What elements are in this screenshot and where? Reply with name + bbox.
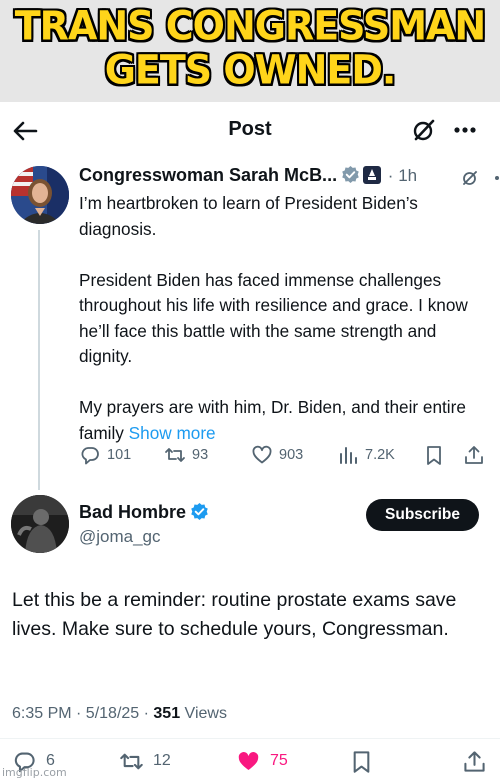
repost-button[interactable]: 12: [119, 746, 171, 776]
share-button[interactable]: [463, 442, 491, 468]
like-button[interactable]: 903: [251, 442, 303, 468]
post-screenshot: Post Congresswoman Sarah McB... · 1h I’m…: [0, 102, 500, 782]
tweet2-handle[interactable]: @joma_gc: [79, 527, 161, 547]
meme-caption-line-2: GETS OWNED.: [104, 46, 397, 94]
tweet1-paragraph-3: My prayers are with him, Dr. Biden, and …: [79, 395, 489, 446]
tweet1-more-icon[interactable]: [491, 171, 500, 185]
tweet1-text: I’m heartbroken to learn of President Bi…: [79, 191, 489, 446]
tweet1-action-bar: 101 93 903 7.2K: [79, 442, 489, 468]
tweet1-time: 1h: [398, 166, 418, 185]
tweet1-meta: · 1h: [383, 166, 418, 185]
grok-icon[interactable]: [460, 168, 480, 188]
post-header: Post: [0, 102, 500, 158]
share-icon: [464, 750, 485, 772]
tweet2-views-count: 351: [153, 705, 181, 722]
meme-caption-line-1: TRANS CONGRESSMAN: [14, 2, 486, 50]
divider: [0, 738, 500, 739]
share-button[interactable]: [462, 746, 496, 776]
views-button[interactable]: 7.2K: [337, 442, 395, 468]
tweet2-action-bar: 6 12 75: [12, 746, 490, 776]
tweet1-paragraph-1: I’m heartbroken to learn of President Bi…: [79, 193, 418, 239]
views-count: 7.2K: [365, 447, 395, 463]
thread-connector-line: [38, 230, 40, 490]
reply-count: 101: [107, 447, 132, 463]
grok-icon[interactable]: [410, 116, 438, 144]
tweet2-author: Bad Hombre: [79, 502, 209, 523]
tweet2-text: Let this be a reminder: routine prostate…: [12, 589, 457, 640]
tweet2-timestamp-line: 6:35 PM · 5/18/25 · 351 Views: [12, 705, 227, 723]
repost-count: 12: [153, 752, 171, 769]
reply-icon: [81, 447, 99, 465]
imgflip-watermark: imgflip.com: [2, 766, 67, 779]
verified-badge-icon: [341, 165, 360, 184]
repost-button[interactable]: 93: [164, 442, 208, 468]
verified-badge-icon: [190, 502, 209, 521]
analytics-bar-icon: [340, 447, 357, 464]
tweet1-header: Congresswoman Sarah McB... · 1h: [79, 165, 499, 191]
like-count: 903: [279, 447, 304, 463]
tweet2-author-name[interactable]: Bad Hombre: [79, 502, 186, 522]
heart-icon: [252, 445, 272, 464]
tweet2-views-label: Views: [180, 705, 227, 722]
bookmark-icon: [353, 750, 370, 773]
show-more-link[interactable]: Show more: [129, 423, 216, 443]
tweet2-timestamp[interactable]: 6:35 PM · 5/18/25 ·: [12, 705, 153, 722]
repost-icon: [165, 448, 185, 462]
bookmark-button[interactable]: [349, 746, 383, 776]
tweet1-paragraph-2: President Biden has faced immense challe…: [79, 269, 468, 367]
avatar-sarah-mcbride[interactable]: [11, 166, 69, 224]
heart-filled-icon: [238, 751, 259, 770]
bookmark-button[interactable]: [423, 442, 451, 468]
more-horizontal-icon[interactable]: [448, 116, 482, 144]
reply-button[interactable]: 101: [79, 442, 131, 468]
bookmark-icon: [427, 446, 441, 465]
share-icon: [465, 446, 483, 464]
repost-count: 93: [192, 447, 209, 463]
meme-caption-banner: TRANS CONGRESSMAN GETS OWNED.: [0, 0, 500, 102]
like-count: 75: [270, 752, 288, 769]
like-button[interactable]: 75: [236, 746, 288, 776]
avatar-bad-hombre[interactable]: [11, 495, 69, 553]
repost-icon: [120, 753, 143, 769]
government-badge-icon: [363, 166, 382, 184]
subscribe-button[interactable]: Subscribe: [366, 499, 479, 531]
tweet1-author-name[interactable]: Congresswoman Sarah McB...: [79, 165, 337, 185]
